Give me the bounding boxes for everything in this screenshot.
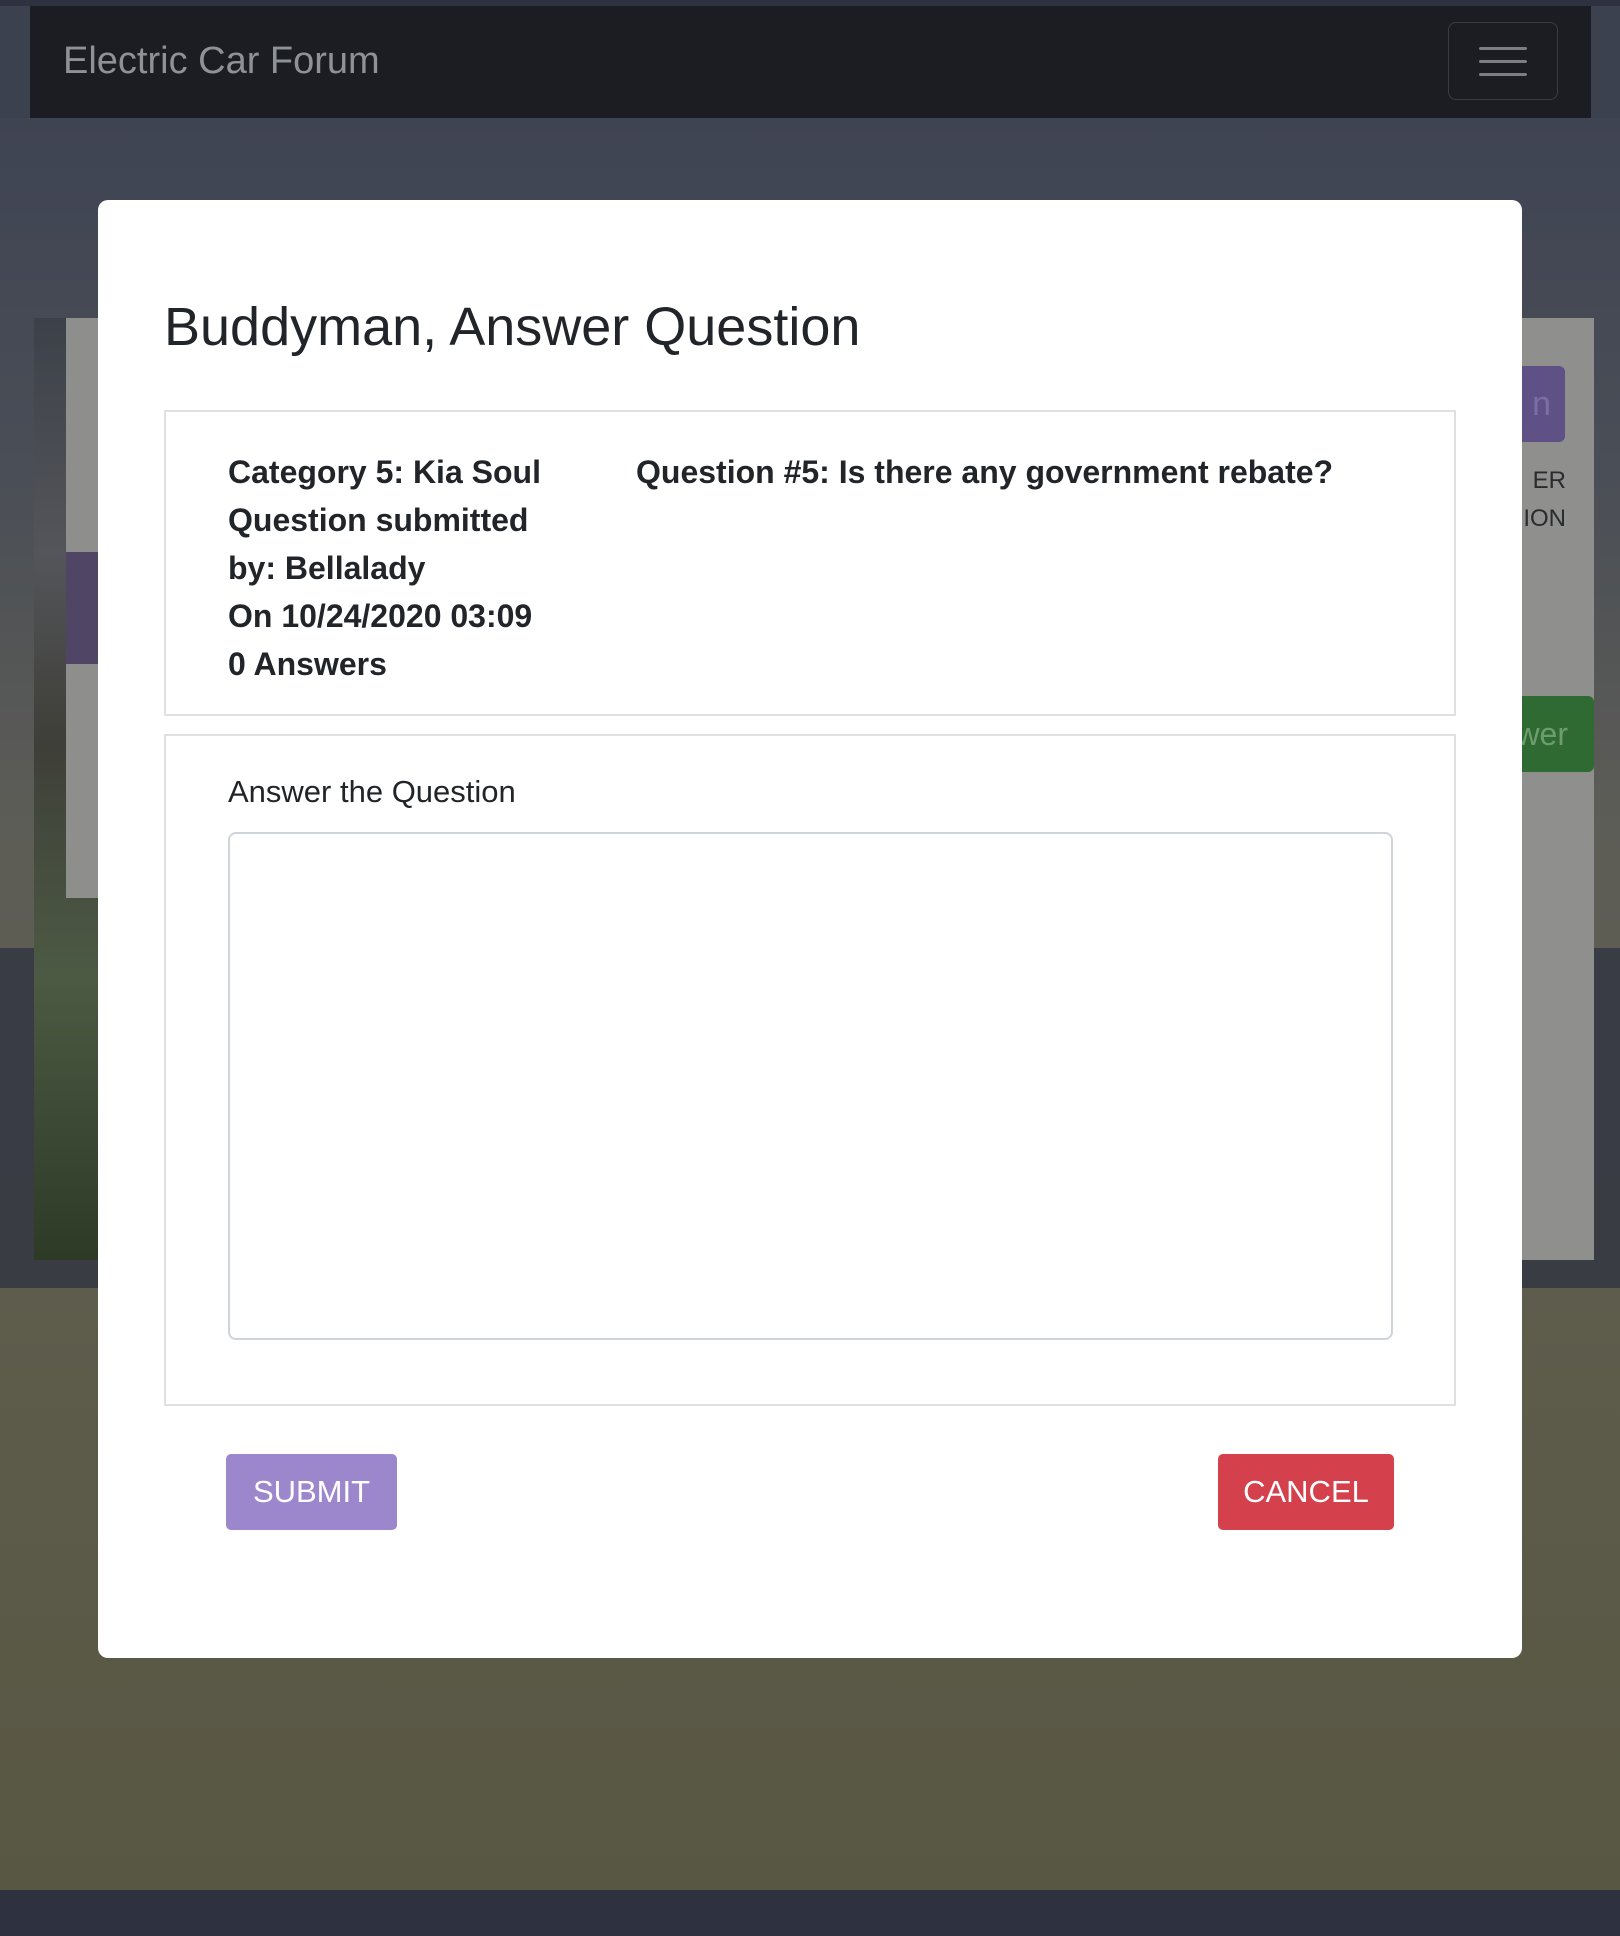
answer-label: Answer the Question — [228, 774, 516, 809]
submit-button[interactable]: SUBMIT — [226, 1454, 397, 1530]
modal-title: Buddyman, Answer Question — [164, 297, 861, 357]
navbar-brand[interactable]: Electric Car Forum — [63, 40, 380, 83]
hamburger-menu-icon[interactable] — [1448, 22, 1558, 100]
question-info-box: Category 5: Kia Soul Question submitted … — [164, 410, 1456, 716]
answer-question-modal: Buddyman, Answer Question Category 5: Ki… — [98, 200, 1522, 1658]
cancel-button[interactable]: CANCEL — [1218, 1454, 1394, 1530]
submitted-by: by: Bellalady — [228, 550, 426, 586]
navbar: Electric Car Forum — [30, 6, 1591, 118]
category-text: Category 5: Kia Soul — [228, 454, 541, 490]
question-meta: Category 5: Kia Soul Question submitted … — [228, 448, 608, 688]
answer-form-box: Answer the Question — [164, 734, 1456, 1406]
submitted-date: On 10/24/2020 03:09 — [228, 598, 533, 634]
submitted-label: Question submitted — [228, 502, 529, 538]
answers-count: 0 Answers — [228, 646, 387, 682]
footer-bar — [0, 1890, 1620, 1936]
question-text: Question #5: Is there any government reb… — [636, 454, 1334, 490]
answer-textarea[interactable] — [228, 832, 1393, 1340]
